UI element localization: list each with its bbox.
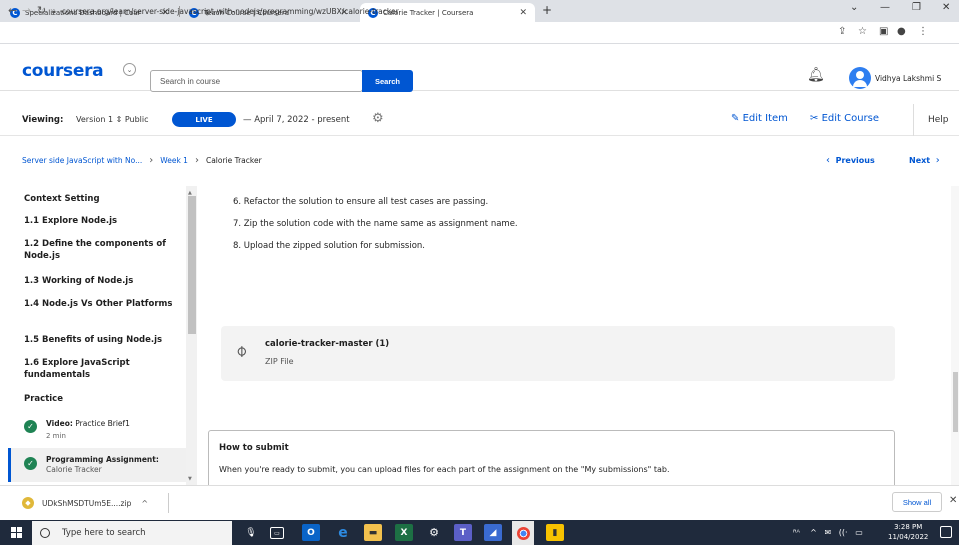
- settings-icon[interactable]: ⚙︎: [425, 524, 443, 541]
- windows-start-icon[interactable]: [11, 527, 22, 538]
- zip-file-icon: ◆: [22, 497, 34, 509]
- tab-search-chevron-icon[interactable]: ⌄: [850, 2, 858, 13]
- username[interactable]: Vidhya Lakshmi S: [875, 74, 941, 83]
- breadcrumb: Server side JavaScript with No... › Week…: [22, 155, 262, 166]
- sidebar-item-context-setting[interactable]: Context Setting: [24, 193, 182, 205]
- search-icon: [40, 528, 50, 538]
- sidebar-item-practice[interactable]: Practice: [24, 393, 182, 405]
- chevron-left-icon: ‹: [826, 155, 830, 166]
- breadcrumb-course[interactable]: Server side JavaScript with No...: [22, 156, 142, 165]
- scroll-down-icon[interactable]: ▼: [188, 476, 192, 482]
- chevron-up-icon[interactable]: ^: [141, 499, 148, 508]
- help-link[interactable]: Help: [928, 115, 949, 125]
- check-icon: ✓: [24, 420, 37, 433]
- forward-icon[interactable]: →: [22, 4, 31, 17]
- window-close-icon[interactable]: ✕: [942, 2, 950, 13]
- search-input[interactable]: [150, 70, 363, 92]
- submit-text: When you're ready to submit, you can upl…: [219, 465, 670, 474]
- gear-icon[interactable]: ⚙︎: [372, 111, 384, 126]
- step-6: 6. Refactor the solution to ensure all t…: [233, 197, 489, 207]
- sidebar-scrollbar-thumb[interactable]: [188, 196, 196, 334]
- sidebar-item-define-components[interactable]: 1.2 Define the components of Node.js: [24, 238, 182, 262]
- main-scrollbar-thumb[interactable]: [953, 372, 958, 432]
- submit-title: How to submit: [219, 443, 289, 453]
- excel-icon[interactable]: X: [395, 524, 413, 541]
- taskbar-search[interactable]: Type here to search: [32, 521, 232, 545]
- file-explorer-icon[interactable]: ▬: [364, 524, 382, 541]
- attachment-name[interactable]: calorie-tracker-master (1): [265, 339, 389, 349]
- sidepanel-icon[interactable]: ▣: [879, 26, 888, 37]
- edit-item-button[interactable]: ✎ Edit Item: [731, 113, 788, 124]
- scroll-up-icon[interactable]: ▲: [188, 190, 192, 196]
- sidebar-item-working-nodejs[interactable]: 1.3 Working of Node.js: [24, 275, 182, 287]
- sidebar-subitem-calorie-tracker[interactable]: Programming Assignment: Calorie Tracker: [46, 455, 181, 475]
- date-range: — April 7, 2022 - present: [243, 115, 350, 125]
- main-scrollbar[interactable]: [951, 186, 959, 485]
- step-8: 8. Upload the zipped solution for submis…: [233, 241, 426, 251]
- show-all-button[interactable]: Show all: [892, 492, 942, 512]
- app-icon[interactable]: ◢: [484, 524, 502, 541]
- sidebar-item-nodejs-vs-platforms[interactable]: 1.4 Node.js Vs Other Platforms: [24, 298, 182, 310]
- download-item[interactable]: ◆ UDkShMSDTUm5E....zip ^: [10, 493, 170, 513]
- teams-icon[interactable]: T: [454, 524, 472, 541]
- bell-icon[interactable]: 🔔︎: [807, 67, 825, 83]
- version-select[interactable]: Version 1 ⇕ Public: [76, 115, 149, 124]
- reload-icon[interactable]: ↻: [37, 4, 46, 17]
- avatar[interactable]: [849, 67, 871, 89]
- task-view-icon[interactable]: ▭: [270, 527, 284, 539]
- chrome-icon[interactable]: [512, 521, 534, 545]
- chevron-right-icon: ›: [194, 155, 199, 166]
- next-button[interactable]: Next ›: [909, 155, 940, 166]
- kebab-menu-icon[interactable]: ⋮: [918, 26, 928, 37]
- outlook-icon[interactable]: O: [302, 524, 320, 541]
- coursera-logo[interactable]: coursera: [22, 61, 104, 81]
- microphone-icon[interactable]: 🎙︎: [242, 524, 260, 541]
- pencil-icon: ✎: [731, 113, 740, 124]
- tools-icon: ✂︎: [810, 113, 819, 124]
- breadcrumb-current: Calorie Tracker: [205, 156, 262, 165]
- restore-icon[interactable]: ❐: [912, 2, 921, 13]
- profile-icon[interactable]: ●: [897, 26, 906, 37]
- sidebar-item-benefits-nodejs[interactable]: 1.5 Benefits of using Node.js: [24, 334, 182, 346]
- bookmark-star-icon[interactable]: ☆: [858, 26, 867, 37]
- system-tray[interactable]: ᴿᴬ ^ ✉ ((· ▭: [793, 528, 863, 537]
- url-field[interactable]: 🔒︎ coursera.org/learn/server-side-javasc…: [52, 3, 832, 19]
- chevron-down-icon[interactable]: ⌄: [123, 63, 136, 76]
- back-icon[interactable]: ←: [8, 4, 17, 17]
- chevron-right-icon: ›: [935, 155, 940, 166]
- breadcrumb-week[interactable]: Week 1: [160, 156, 188, 165]
- how-to-submit-box: [208, 430, 895, 490]
- address-bar: [0, 22, 959, 44]
- attachment-card[interactable]: [221, 326, 895, 381]
- edit-course-button[interactable]: ✂︎ Edit Course: [810, 113, 879, 124]
- attachment-type: ZIP File: [265, 357, 294, 366]
- search-button[interactable]: Search: [362, 70, 413, 92]
- viewing-label: Viewing:: [22, 115, 64, 125]
- check-icon: ✓: [24, 457, 37, 470]
- close-icon[interactable]: ✕: [949, 495, 957, 506]
- sidebar-item-javascript-fundamentals[interactable]: 1.6 Explore JavaScript fundamentals: [24, 357, 182, 381]
- sidebar-subitem-practice-brief[interactable]: Video: Practice Brief1 2 min: [46, 419, 181, 441]
- chevron-right-icon: ›: [149, 155, 154, 166]
- taskbar-clock[interactable]: 3:28 PM 11/04/2022: [888, 522, 928, 542]
- step-7: 7. Zip the solution code with the name s…: [233, 219, 518, 229]
- sidebar-item-explore-nodejs[interactable]: 1.1 Explore Node.js: [24, 215, 182, 227]
- share-icon[interactable]: ⇪: [838, 26, 846, 37]
- divider: [913, 104, 914, 136]
- divider: [168, 493, 169, 513]
- minimize-icon[interactable]: —: [880, 2, 890, 13]
- notification-icon[interactable]: [940, 526, 952, 538]
- live-badge: LIVE: [172, 112, 236, 127]
- previous-button[interactable]: ‹ Previous: [826, 155, 875, 166]
- lock-icon: 🔒︎: [52, 6, 56, 15]
- edge-icon[interactable]: e: [334, 524, 352, 541]
- sticky-notes-icon[interactable]: ▮: [546, 524, 564, 541]
